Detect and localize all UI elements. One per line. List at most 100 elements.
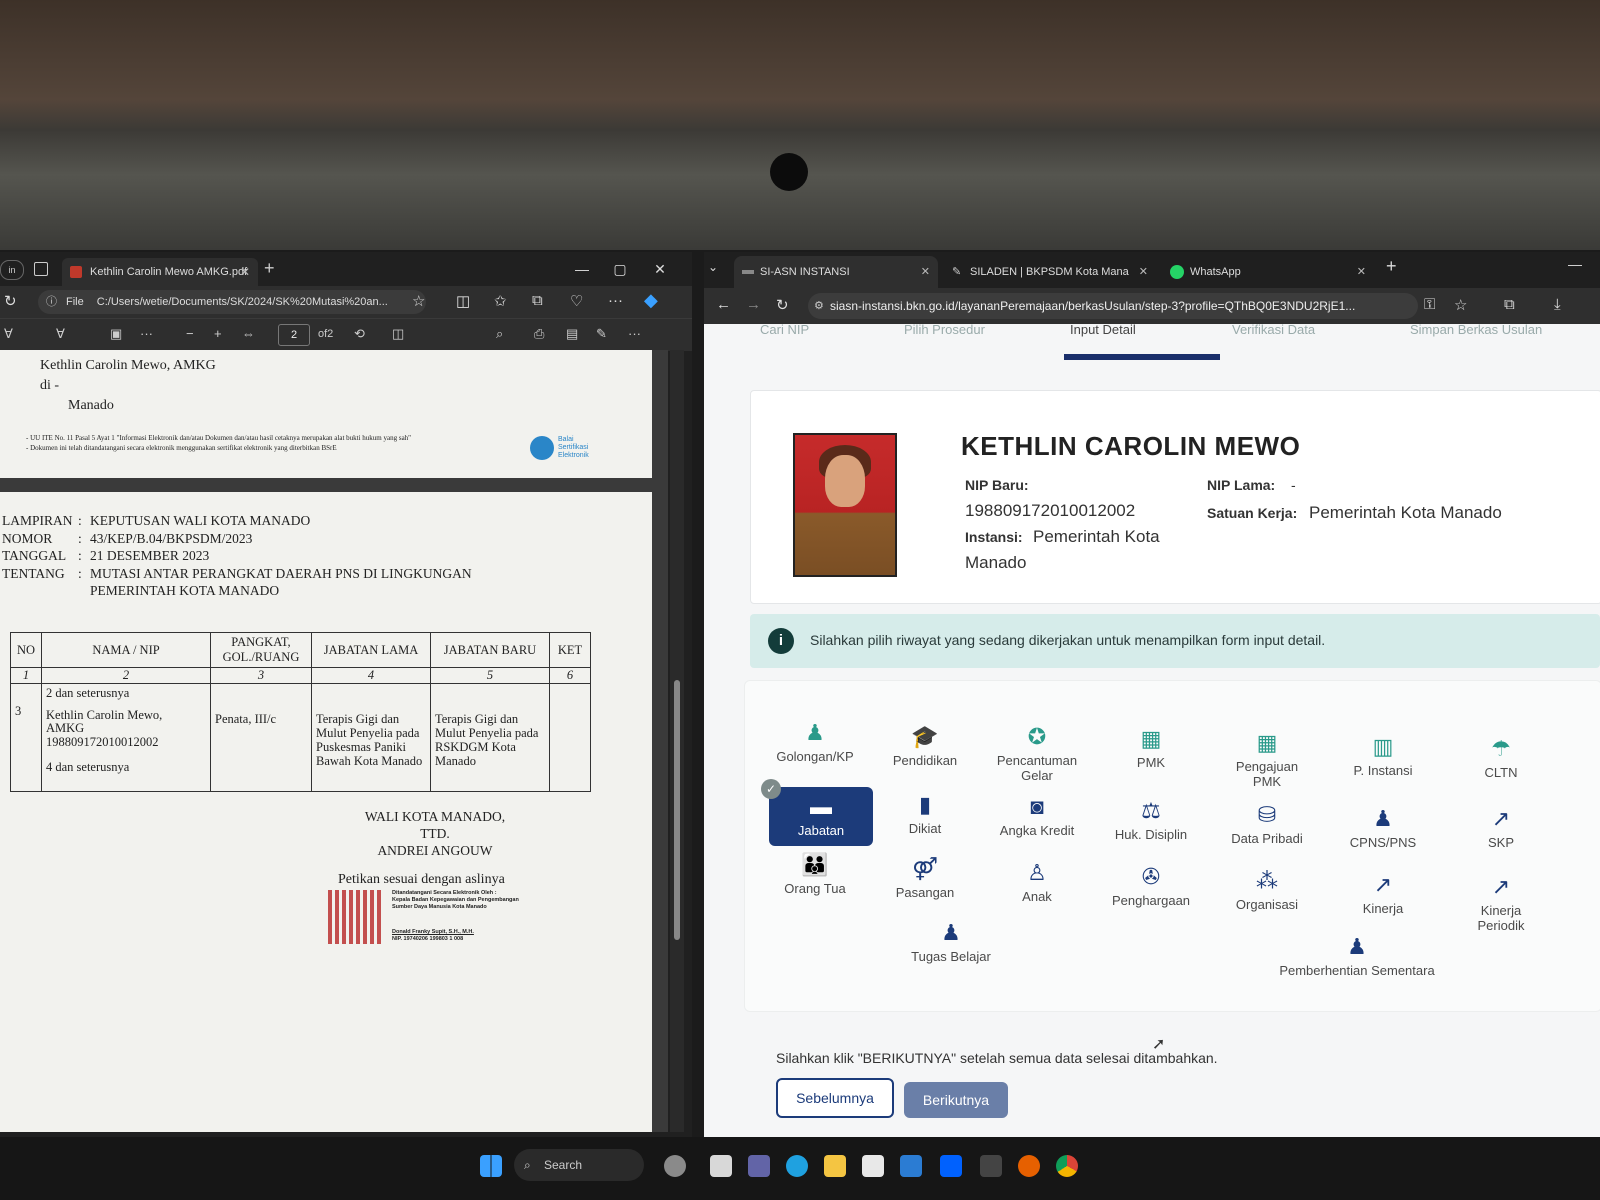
key-icon[interactable]: ⚿: [1424, 296, 1435, 313]
health-icon[interactable]: ♡: [570, 292, 583, 310]
url-field[interactable]: ⚙ siasn-instansi.bkn.go.id/layananPerema…: [808, 293, 1418, 319]
back-icon[interactable]: ←: [716, 296, 731, 313]
minimize-button[interactable]: —: [564, 252, 600, 286]
step-verifikasi[interactable]: Verifikasi Data: [1232, 324, 1315, 337]
menu-pasangan[interactable]: ⚤ Pasangan: [869, 857, 981, 901]
menu-pmk[interactable]: ▦ PMK: [1095, 727, 1207, 771]
close-tab-icon[interactable]: ✕: [921, 256, 930, 288]
close-tab-icon[interactable]: ✕: [1139, 256, 1148, 288]
menu-angka-kredit[interactable]: ◙ Angka Kredit: [981, 795, 1093, 839]
mail-icon[interactable]: [900, 1155, 922, 1177]
teams-icon[interactable]: [748, 1155, 770, 1177]
zoom-in-icon[interactable]: +: [214, 326, 222, 341]
app-icon[interactable]: [980, 1155, 1002, 1177]
menu-penghargaan[interactable]: ✇ Penghargaan: [1095, 865, 1207, 909]
toolbar-more-icon[interactable]: ···: [140, 326, 153, 341]
menu-cltn[interactable]: ☂ CLTN: [1445, 737, 1557, 781]
favorites-icon[interactable]: ✩: [494, 292, 507, 310]
chrome-icon[interactable]: [1056, 1155, 1078, 1177]
fit-width-icon[interactable]: ⇔: [242, 326, 255, 341]
refresh-icon[interactable]: ↻: [4, 292, 17, 310]
task-view-icon[interactable]: [710, 1155, 732, 1177]
pdf-tab-title: Kethlin Carolin Mewo AMKG.pdf: [90, 266, 248, 278]
pdf-more-icon[interactable]: ···: [628, 326, 641, 341]
close-tab-icon[interactable]: ✕: [1357, 256, 1366, 288]
dropbox-icon[interactable]: [940, 1155, 962, 1177]
pdf-document-view[interactable]: Kethlin Carolin Mewo, AMKG di - Manado -…: [0, 350, 668, 1132]
step-pilih-prosedur[interactable]: Pilih Prosedur: [904, 324, 985, 337]
taskbar-search[interactable]: ⌕ Search: [514, 1149, 644, 1181]
step-simpan[interactable]: Simpan Berkas Usulan: [1410, 324, 1542, 337]
window-menu-icon[interactable]: in: [0, 260, 24, 280]
extensions-icon[interactable]: ⧉: [1504, 296, 1515, 313]
pdf-tab[interactable]: Kethlin Carolin Mewo AMKG.pdf ✕: [62, 258, 258, 286]
new-tab-button[interactable]: +: [1386, 256, 1397, 277]
menu-organisasi[interactable]: ⁂ Organisasi: [1211, 869, 1323, 913]
more-menu-icon[interactable]: ···: [608, 292, 623, 309]
widgets-icon[interactable]: [664, 1155, 686, 1177]
tab-search-icon[interactable]: ⌄: [708, 260, 718, 274]
collections-icon[interactable]: ⧉: [532, 292, 543, 309]
menu-dikiat[interactable]: ▮ Dikiat: [869, 793, 981, 837]
pdf-address-field[interactable]: ⓘ File C:/Users/wetie/Documents/SK/2024/…: [38, 290, 426, 314]
split-view-icon[interactable]: ◫: [456, 292, 470, 310]
col-number: 4: [311, 667, 431, 684]
text-icon[interactable]: ▣: [110, 326, 122, 342]
firefox-icon[interactable]: [1018, 1155, 1040, 1177]
maximize-button[interactable]: ▢: [602, 252, 638, 286]
meta-row: TANGGAL:21 DESEMBER 2023: [2, 548, 210, 563]
step-cari-nip[interactable]: Cari NIP: [760, 324, 809, 337]
tab-whatsapp[interactable]: WhatsApp ✕: [1164, 256, 1374, 288]
menu-pendidikan[interactable]: 🎓 Pendidikan: [869, 725, 981, 769]
menu-pengajuan-pmk[interactable]: ▦ Pengajuan PMK: [1211, 731, 1323, 790]
menu-huk-disiplin[interactable]: ⚖ Huk. Disiplin: [1095, 799, 1207, 843]
store-icon[interactable]: [862, 1155, 884, 1177]
menu-orang-tua[interactable]: 👪 Orang Tua: [759, 853, 871, 897]
menu-data-pribadi[interactable]: ⛁ Data Pribadi: [1211, 803, 1323, 847]
new-tab-button[interactable]: +: [264, 258, 275, 279]
menu-pencantuman-gelar[interactable]: ✪ Pencantuman Gelar: [981, 725, 1093, 784]
menu-golongan[interactable]: ♟ Golongan/KP: [759, 721, 871, 765]
menu-kinerja[interactable]: ↗ Kinerja: [1327, 873, 1439, 917]
menu-kinerja-periodik[interactable]: ↗ Kinerja Periodik: [1445, 875, 1557, 934]
page-view-icon[interactable]: ◫: [392, 326, 404, 342]
close-window-button[interactable]: ✕: [642, 252, 678, 286]
download-icon[interactable]: ⤓: [1554, 296, 1561, 313]
tab-actions-icon[interactable]: [34, 262, 48, 276]
page-number-input[interactable]: 2: [278, 324, 310, 346]
menu-skp[interactable]: ↗ SKP: [1445, 807, 1557, 851]
bookmark-star-icon[interactable]: ☆: [1454, 296, 1467, 314]
file-explorer-icon[interactable]: [824, 1155, 846, 1177]
save-as-icon[interactable]: ✎: [596, 326, 607, 342]
pdf-scrollbar[interactable]: [670, 350, 684, 1132]
menu-p-instansi[interactable]: ▥ P. Instansi: [1327, 735, 1439, 779]
next-button[interactable]: Berikutnya: [904, 1082, 1008, 1118]
favorite-star-icon[interactable]: ☆: [412, 292, 425, 310]
reload-icon[interactable]: ↻: [776, 296, 789, 314]
menu-anak[interactable]: ♙ Anak: [981, 861, 1093, 905]
zoom-out-icon[interactable]: −: [186, 326, 194, 341]
draw-icon[interactable]: ∀: [4, 326, 13, 342]
pdf-scroll-thumb[interactable]: [674, 680, 680, 940]
close-tab-icon[interactable]: ✕: [240, 258, 250, 286]
windows-start-icon[interactable]: [480, 1155, 502, 1177]
highlight-icon[interactable]: ∀: [56, 326, 65, 342]
search-icon[interactable]: ⌕: [496, 326, 503, 342]
site-info-icon: ⚙: [814, 300, 824, 312]
menu-pemberhentian-sementara[interactable]: ♟ Pemberhentian Sementara: [1257, 935, 1457, 979]
menu-tugas-belajar[interactable]: ♟ Tugas Belajar: [895, 921, 1007, 965]
previous-button[interactable]: Sebelumnya: [776, 1078, 894, 1118]
step-input-detail[interactable]: Input Detail: [1070, 324, 1136, 337]
tab-siladen[interactable]: ✎ SILADEN | BKPSDM Kota Mana ✕: [944, 256, 1156, 288]
nip-lama-value: -: [1291, 477, 1296, 493]
menu-jabatan[interactable]: ✓ ▬ Jabatan: [761, 779, 873, 846]
copilot-icon[interactable]: ◆: [644, 290, 658, 311]
tab-siasn[interactable]: SI-ASN INSTANSI ✕: [734, 256, 938, 288]
minimize-button[interactable]: —: [1568, 256, 1582, 272]
rotate-icon[interactable]: ⟲: [354, 326, 365, 342]
menu-cpns-pns[interactable]: ♟ CPNS/PNS: [1327, 807, 1439, 851]
forward-icon[interactable]: →: [746, 296, 761, 313]
edge-icon[interactable]: [786, 1155, 808, 1177]
save-icon[interactable]: ▤: [566, 326, 578, 342]
print-icon[interactable]: ⎙: [534, 326, 544, 342]
